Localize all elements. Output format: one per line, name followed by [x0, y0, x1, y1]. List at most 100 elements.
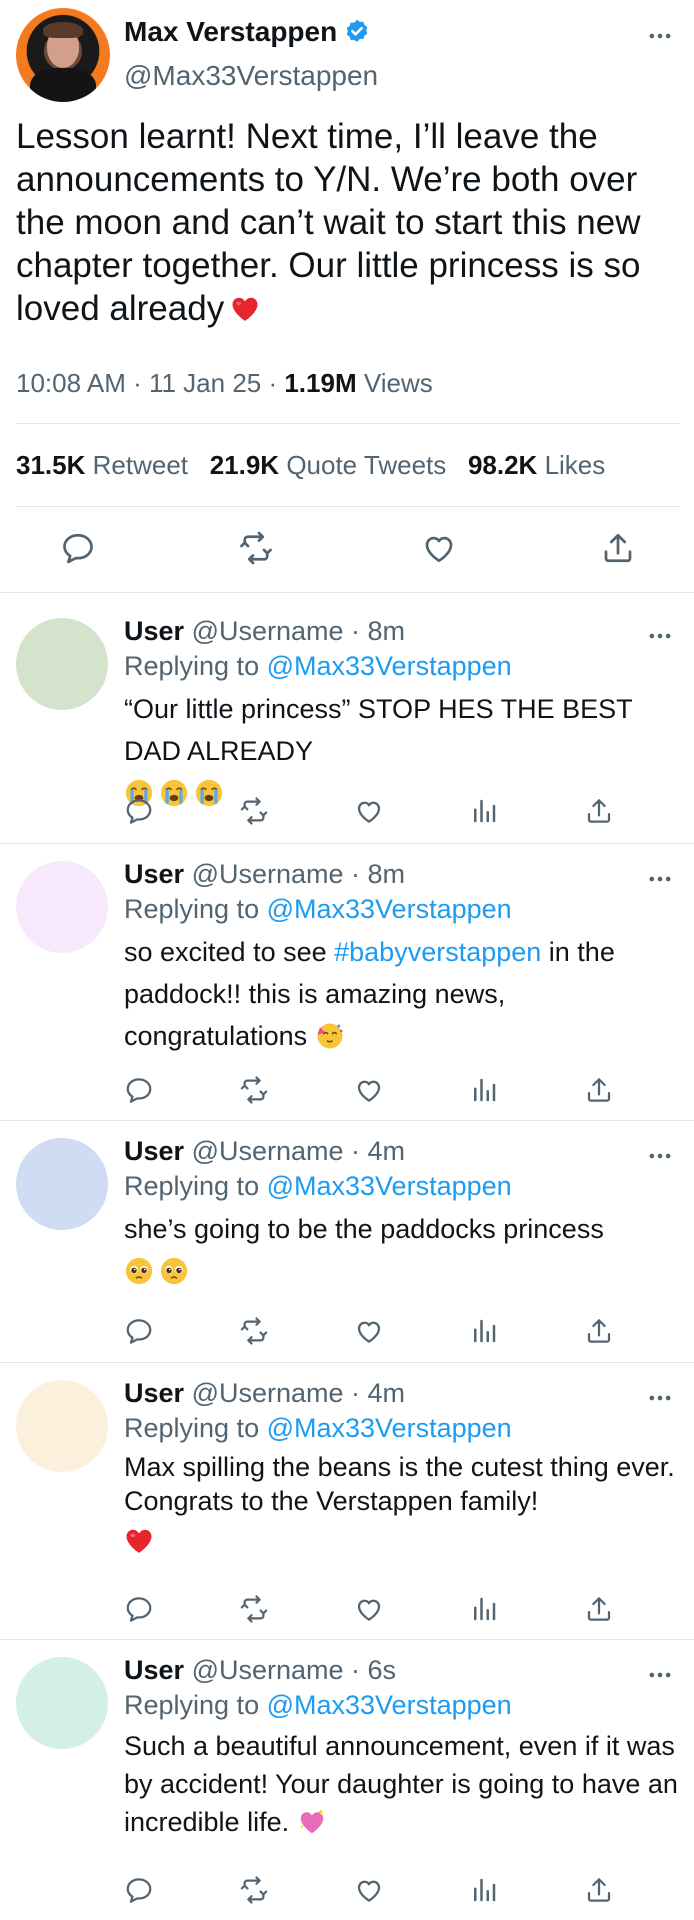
- partying-face-emoji-icon: [316, 1022, 343, 1050]
- like-icon[interactable]: [421, 530, 457, 566]
- mention-link[interactable]: @Max33Verstappen: [267, 894, 512, 924]
- views-label: Views: [356, 368, 433, 398]
- reply-handle-time: @Username · 8m: [191, 859, 406, 889]
- views-icon[interactable]: [469, 796, 499, 826]
- reply-icon[interactable]: [124, 1594, 154, 1624]
- main-tweet: Max Verstappen @Max33Verstappen Lesson l…: [0, 0, 694, 590]
- reply-tweet[interactable]: User @Username · 6s Replying to @Max33Ve…: [0, 1637, 694, 1920]
- author-display-name[interactable]: Max Verstappen: [124, 16, 337, 48]
- divider: [16, 506, 680, 507]
- red-heart-emoji-icon: [126, 1529, 152, 1553]
- replying-to: Replying to @Max33Verstappen: [124, 1413, 512, 1443]
- replying-to: Replying to @Max33Verstappen: [124, 651, 512, 681]
- views-icon[interactable]: [469, 1316, 499, 1346]
- reply-actions: [124, 1075, 624, 1107]
- retweet-icon[interactable]: [238, 530, 274, 566]
- retweet-icon[interactable]: [239, 1316, 269, 1346]
- reply-text: Max spilling the beans is the cutest thi…: [124, 1450, 684, 1558]
- like-icon[interactable]: [354, 1594, 384, 1624]
- reply-handle-time: @Username · 4m: [191, 1136, 406, 1166]
- reply-username[interactable]: User: [124, 1655, 184, 1685]
- reply-handle-time: @Username · 4m: [191, 1378, 406, 1408]
- retweet-icon[interactable]: [239, 1875, 269, 1905]
- reply-text-content: Such a beautiful announcement, even if i…: [124, 1731, 678, 1837]
- quote-tweets-stat[interactable]: 21.9K Quote Tweets: [210, 450, 447, 480]
- like-icon[interactable]: [354, 796, 384, 826]
- reply-text-content: she’s going to be the paddocks princess: [124, 1214, 604, 1244]
- verified-badge-icon: [346, 19, 368, 42]
- more-options-icon[interactable]: [646, 22, 674, 50]
- reply-icon[interactable]: [124, 1075, 154, 1105]
- reply-avatar[interactable]: [16, 618, 108, 710]
- more-options-icon[interactable]: [646, 865, 674, 893]
- views-count: 1.19M: [284, 368, 357, 398]
- reply-icon[interactable]: [124, 796, 154, 826]
- views-icon[interactable]: [469, 1075, 499, 1105]
- retweet-icon[interactable]: [239, 1075, 269, 1105]
- like-icon[interactable]: [354, 1875, 384, 1905]
- reply-text: she’s going to be the paddocks princess: [124, 1208, 684, 1292]
- reply-avatar[interactable]: [16, 861, 108, 953]
- mention-link[interactable]: @Max33Verstappen: [267, 651, 512, 681]
- more-options-icon[interactable]: [646, 1661, 674, 1689]
- likes-stat[interactable]: 98.2K Likes: [468, 450, 605, 480]
- reply-header: User @Username · 6s: [124, 1655, 396, 1686]
- like-icon[interactable]: [354, 1075, 384, 1105]
- reply-actions: [124, 1594, 624, 1626]
- reply-text: Such a beautiful announcement, even if i…: [124, 1727, 684, 1841]
- share-icon[interactable]: [600, 530, 636, 566]
- share-icon[interactable]: [584, 796, 614, 826]
- reply-actions: [124, 1316, 624, 1348]
- reply-icon[interactable]: [60, 530, 96, 566]
- reply-text-content: Max spilling the beans is the cutest thi…: [124, 1452, 675, 1516]
- reply-header: User @Username · 8m: [124, 859, 405, 890]
- reply-icon[interactable]: [124, 1875, 154, 1905]
- views-icon[interactable]: [469, 1594, 499, 1624]
- reply-icon[interactable]: [124, 1316, 154, 1346]
- author-name-row: Max Verstappen: [124, 16, 371, 48]
- reply-actions: [124, 1875, 624, 1907]
- share-icon[interactable]: [584, 1075, 614, 1105]
- mention-link[interactable]: @Max33Verstappen: [267, 1171, 512, 1201]
- reply-header: User @Username · 4m: [124, 1378, 405, 1409]
- tweet-text-content: Lesson learnt! Next time, I’ll leave the…: [16, 117, 651, 328]
- more-options-icon[interactable]: [646, 1142, 674, 1170]
- tweet-text: Lesson learnt! Next time, I’ll leave the…: [16, 115, 686, 330]
- share-icon[interactable]: [584, 1594, 614, 1624]
- mention-link[interactable]: @Max33Verstappen: [267, 1690, 512, 1720]
- tweet-timestamp[interactable]: 10:08 AM · 11 Jan 25 ·: [16, 368, 284, 398]
- reply-username[interactable]: User: [124, 859, 184, 889]
- retweets-stat[interactable]: 31.5K Retweet: [16, 450, 188, 480]
- reply-username[interactable]: User: [124, 1136, 184, 1166]
- like-icon[interactable]: [354, 1316, 384, 1346]
- views-icon[interactable]: [469, 1875, 499, 1905]
- more-options-icon[interactable]: [646, 1384, 674, 1412]
- retweet-icon[interactable]: [239, 1594, 269, 1624]
- reply-handle-time: @Username · 8m: [191, 616, 406, 646]
- reply-avatar[interactable]: [16, 1138, 108, 1230]
- engagement-stats: 31.5K Retweet 21.9K Quote Tweets 98.2K L…: [16, 450, 605, 481]
- reply-avatar[interactable]: [16, 1657, 108, 1749]
- retweet-icon[interactable]: [239, 796, 269, 826]
- reply-tweet[interactable]: User @Username · 4m Replying to @Max33Ve…: [0, 1360, 694, 1636]
- reply-text-content: “Our little princess” STOP HES THE BEST …: [124, 694, 633, 766]
- divider: [16, 423, 680, 424]
- reply-tweet[interactable]: User @Username · 8m Replying to @Max33Ve…: [0, 841, 694, 1117]
- divider: [0, 592, 694, 593]
- sparkling-heart-emoji-icon: [299, 1808, 324, 1834]
- reply-handle-time: @Username · 6s: [191, 1655, 397, 1685]
- author-handle[interactable]: @Max33Verstappen: [124, 60, 378, 92]
- reply-username[interactable]: User: [124, 1378, 184, 1408]
- author-avatar[interactable]: [16, 8, 110, 102]
- red-heart-emoji-icon: [232, 297, 258, 321]
- mention-link[interactable]: @Max33Verstappen: [267, 1413, 512, 1443]
- reply-tweet[interactable]: User @Username · 4m Replying to @Max33Ve…: [0, 1118, 694, 1358]
- reply-username[interactable]: User: [124, 616, 184, 646]
- hashtag-link[interactable]: #babyverstappen: [334, 937, 541, 967]
- reply-text: so excited to see #babyverstappen in the…: [124, 937, 615, 1051]
- share-icon[interactable]: [584, 1875, 614, 1905]
- reply-tweet[interactable]: User @Username · 8m Replying to @Max33Ve…: [0, 598, 694, 838]
- more-options-icon[interactable]: [646, 622, 674, 650]
- share-icon[interactable]: [584, 1316, 614, 1346]
- reply-avatar[interactable]: [16, 1380, 108, 1472]
